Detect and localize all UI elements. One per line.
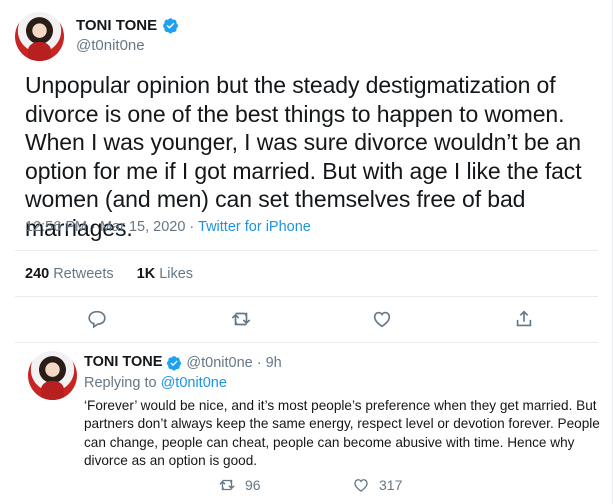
divider: [15, 250, 598, 251]
tweet-meta: 12:56 PM · Mar 15, 2020 · Twitter for iP…: [25, 219, 311, 235]
reply-time[interactable]: · 9h: [257, 355, 282, 371]
avatar[interactable]: [15, 12, 64, 61]
reply-actions: 96 317: [0, 476, 613, 496]
tweet-actions: [0, 308, 613, 334]
reply-text: ‘Forever’ would be nice, and it’s most p…: [84, 398, 600, 469]
retweets-count: 240: [25, 266, 50, 282]
like-icon[interactable]: [371, 308, 393, 330]
reply-retweet-count: 96: [245, 477, 261, 493]
author-handle[interactable]: @t0nit0ne: [76, 37, 145, 54]
likes-label: Likes: [159, 266, 194, 282]
tweet-stats: 240 Retweets 1K Likes: [25, 266, 193, 282]
verified-badge-icon: [167, 355, 182, 371]
tweet-text: Unpopular opinion but the steady destigm…: [25, 72, 582, 241]
reply-icon[interactable]: [86, 308, 108, 330]
replying-to: Replying to @t0nit0ne: [84, 375, 227, 391]
retweet-icon[interactable]: [230, 308, 252, 330]
reply-like-action[interactable]: 317: [352, 476, 402, 494]
reply-tweet[interactable]: TONI TONE @t0nit0ne · 9h Replying to @t0…: [0, 345, 613, 504]
retweets-stat[interactable]: 240 Retweets: [25, 266, 114, 282]
verified-badge-icon: [163, 18, 179, 34]
tweet-timestamp[interactable]: 12:56 PM · Mar 15, 2020 ·: [25, 219, 198, 235]
display-name[interactable]: TONI TONE: [76, 16, 157, 35]
author-handle[interactable]: @t0nit0ne: [186, 355, 252, 371]
retweet-icon: [219, 479, 235, 491]
retweets-label: Retweets: [53, 266, 114, 282]
reply-header: TONI TONE @t0nit0ne · 9h: [84, 353, 282, 372]
likes-count: 1K: [136, 266, 156, 282]
replying-handle-link[interactable]: @t0nit0ne: [161, 375, 227, 391]
main-tweet: TONI TONE @t0nit0ne Unpopular opinion bu…: [0, 0, 613, 345]
avatar[interactable]: [28, 351, 77, 400]
reply-like-count: 317: [379, 477, 403, 493]
replying-prefix: Replying to: [84, 375, 161, 391]
reply-retweet-action[interactable]: 96: [218, 476, 261, 494]
like-icon: [354, 479, 368, 492]
likes-stat[interactable]: 1K Likes: [137, 266, 193, 282]
share-icon[interactable]: [513, 308, 535, 330]
divider: [15, 342, 598, 343]
display-name[interactable]: TONI TONE: [84, 353, 162, 372]
tweet-source[interactable]: Twitter for iPhone: [198, 219, 311, 235]
divider: [15, 296, 598, 297]
author-name-row[interactable]: TONI TONE: [76, 16, 179, 35]
